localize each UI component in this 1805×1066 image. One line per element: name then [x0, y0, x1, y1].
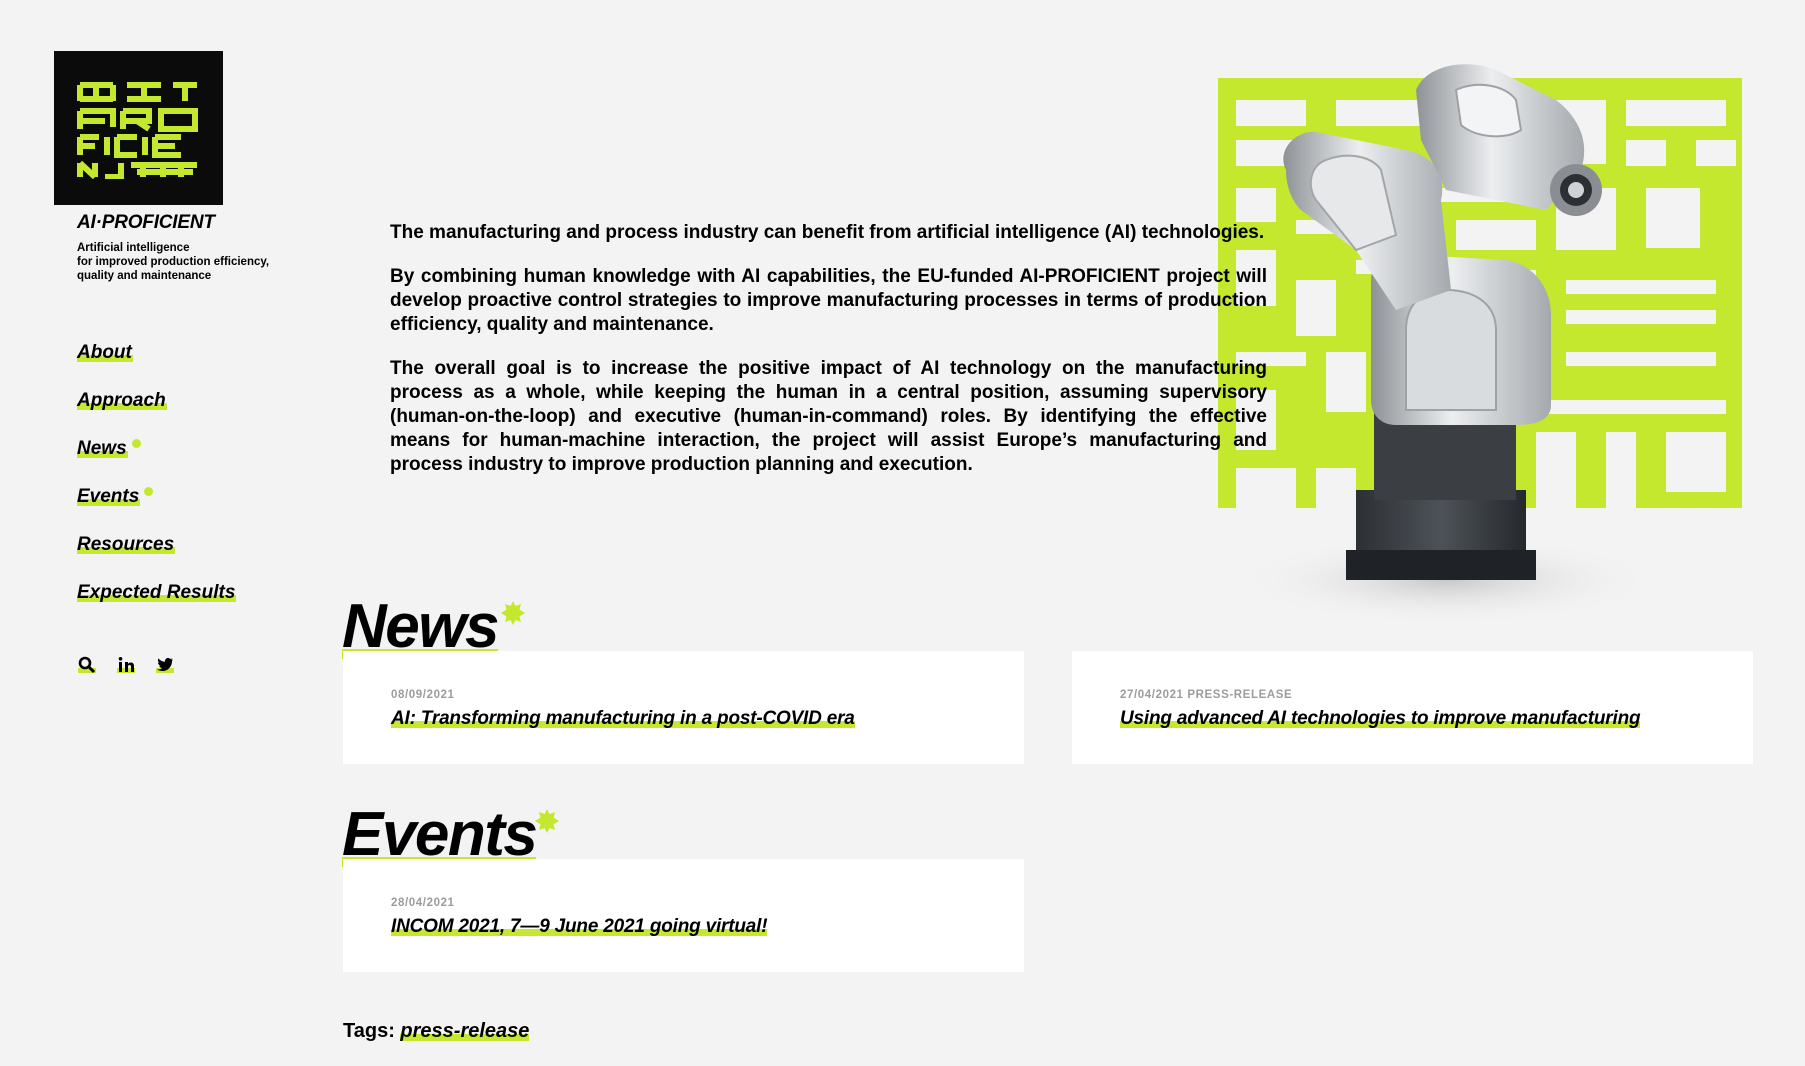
- nav-label: Events: [77, 486, 141, 507]
- brand-name: AI·PROFICIENT: [77, 212, 215, 233]
- social-links: [77, 655, 174, 674]
- nav-item-expected-results[interactable]: Expected Results: [77, 580, 237, 628]
- nav-item-events[interactable]: Events: [77, 484, 236, 532]
- new-dot-icon: [131, 439, 141, 448]
- main-nav: About Approach News Events Resources Exp…: [77, 340, 237, 628]
- nav-item-about[interactable]: About: [77, 340, 236, 388]
- nav-item-approach[interactable]: Approach: [77, 388, 236, 436]
- tag-link[interactable]: press-release: [400, 1020, 530, 1042]
- linkedin-icon[interactable]: [116, 655, 135, 674]
- nav-label: Expected Results: [77, 582, 237, 603]
- burst-icon: [535, 809, 559, 833]
- brand-tagline: Artificial intelligence for improved pro…: [77, 241, 297, 283]
- tagline-line: quality and maintenance: [77, 270, 212, 282]
- nav-item-resources[interactable]: Resources: [77, 532, 236, 580]
- search-icon[interactable]: [77, 655, 96, 674]
- twitter-icon[interactable]: [155, 655, 174, 674]
- logo-mark-icon: [77, 82, 198, 179]
- event-date: 28/04/2021: [391, 897, 455, 909]
- new-dot-icon: [144, 487, 154, 496]
- burst-icon: [501, 601, 525, 625]
- news-title-link[interactable]: Using advanced AI technologies to improv…: [1120, 708, 1641, 730]
- news-title[interactable]: AI: Transforming manufacturing in a post…: [391, 708, 855, 729]
- tags-row: Tags: press-release: [343, 1020, 530, 1043]
- tags-label: Tags:: [343, 1020, 395, 1042]
- intro-paragraph: The manufacturing and process industry c…: [390, 222, 1265, 243]
- nav-label: News: [77, 438, 128, 459]
- event-card[interactable]: 28/04/2021 INCOM 2021, 7—9 June 2021 goi…: [343, 859, 1024, 972]
- tagline-line: Artificial intelligence: [77, 242, 190, 254]
- event-title-link[interactable]: INCOM 2021, 7—9 June 2021 going virtual!: [391, 916, 768, 938]
- news-date: 08/09/2021: [391, 689, 455, 701]
- robot-arm-illustration: [1218, 64, 1742, 625]
- news-heading: News: [342, 592, 499, 661]
- news-title[interactable]: Using advanced AI technologies to improv…: [1120, 708, 1641, 729]
- news-card[interactable]: 27/04/2021 PRESS-RELEASE Using advanced …: [1072, 651, 1753, 764]
- nav-label: About: [77, 342, 133, 363]
- intro-text: The manufacturing and process industry c…: [390, 221, 1267, 497]
- logo[interactable]: [54, 51, 223, 205]
- events-heading: Events: [342, 800, 538, 869]
- nav-item-news[interactable]: News: [77, 436, 236, 484]
- tagline-line: for improved production efficiency,: [77, 256, 270, 268]
- nav-label: Resources: [77, 534, 176, 555]
- nav-label: Approach: [77, 390, 167, 411]
- news-card[interactable]: 08/09/2021 AI: Transforming manufacturin…: [343, 651, 1024, 764]
- event-title[interactable]: INCOM 2021, 7—9 June 2021 going virtual!: [391, 916, 768, 937]
- news-title-link[interactable]: AI: Transforming manufacturing in a post…: [391, 708, 855, 730]
- intro-paragraph: By combining human knowledge with AI cap…: [390, 266, 1267, 335]
- news-date: 27/04/2021 PRESS-RELEASE: [1120, 689, 1293, 701]
- intro-paragraph: The overall goal is to increase the posi…: [390, 358, 1267, 475]
